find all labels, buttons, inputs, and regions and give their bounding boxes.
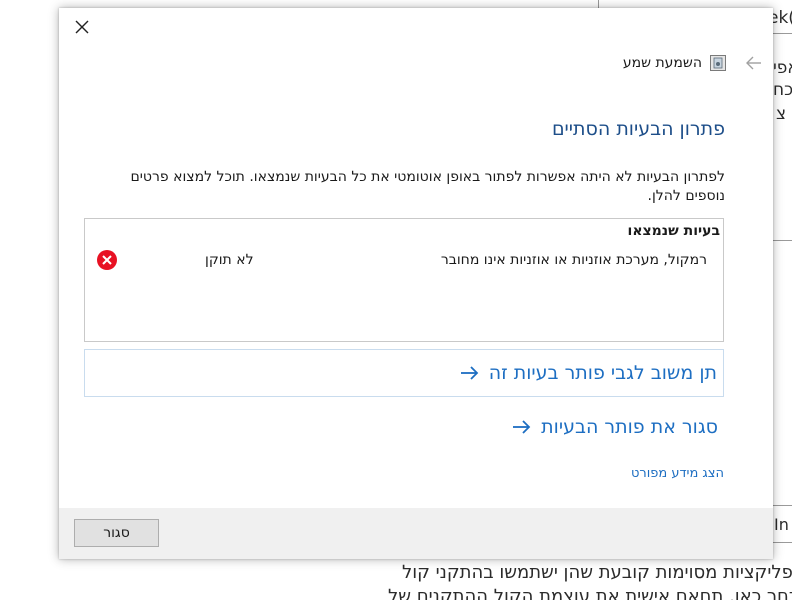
bg-divider <box>773 505 792 506</box>
found-problems-heading: בעיות שנמצאו <box>627 223 720 239</box>
close-icon[interactable] <box>73 18 91 36</box>
close-button[interactable]: סגור <box>74 519 159 547</box>
close-troubleshooter-link[interactable]: סגור את פותר הבעיות <box>511 416 718 438</box>
description-text: לפתרון הבעיות לא היתה אפשרות לפתור באופן… <box>130 169 726 204</box>
error-icon <box>97 250 117 270</box>
header-app: השמעת שמע <box>623 55 726 71</box>
bg-divider <box>773 542 792 543</box>
problem-status: לא תוקן <box>205 252 254 268</box>
dialog-footer: סגור <box>59 508 773 559</box>
bg-fragment-row3: צ <box>776 104 787 124</box>
view-detailed-info-link[interactable]: הצג מידע מפורט <box>631 466 724 481</box>
problem-name: רמקול, מערכת אוזניות או אוזניות אינו מחו… <box>440 252 707 268</box>
bg-fragment-row1: אפי <box>773 58 792 78</box>
bg-fragment-mid: In <box>774 515 789 534</box>
back-arrow-icon[interactable] <box>745 55 763 71</box>
feedback-link[interactable]: תן משוב לגבי פותר בעיות זה <box>84 349 724 397</box>
arrow-right-icon <box>460 366 478 380</box>
bg-paragraph-line-2: בחר כאן, תחאם אישית את עוצמת הקול ההתקני… <box>388 586 792 600</box>
arrow-right-icon <box>513 420 531 434</box>
bg-fragment-row2: כח <box>773 80 792 100</box>
bg-divider <box>773 240 792 241</box>
bg-divider <box>598 0 599 8</box>
bg-paragraph-line-1: אפליקציות מסוימות קובעת שהן ישתמשו בהתקנ… <box>402 562 792 583</box>
speaker-app-icon <box>710 55 726 71</box>
close-troubleshooter-label: סגור את פותר הבעיות <box>541 416 718 438</box>
header-label: השמעת שמע <box>622 55 702 71</box>
troubleshooter-dialog: השמעת שמע פתרון הבעיות הסתיים לפתרון הבע… <box>59 8 773 559</box>
feedback-link-label: תן משוב לגבי פותר בעיות זה <box>488 362 717 384</box>
found-problems-panel: בעיות שנמצאו רמקול, מערכת אוזניות או אוז… <box>84 218 724 342</box>
bg-divider <box>773 33 792 34</box>
page-title: פתרון הבעיות הסתיים <box>551 118 725 140</box>
